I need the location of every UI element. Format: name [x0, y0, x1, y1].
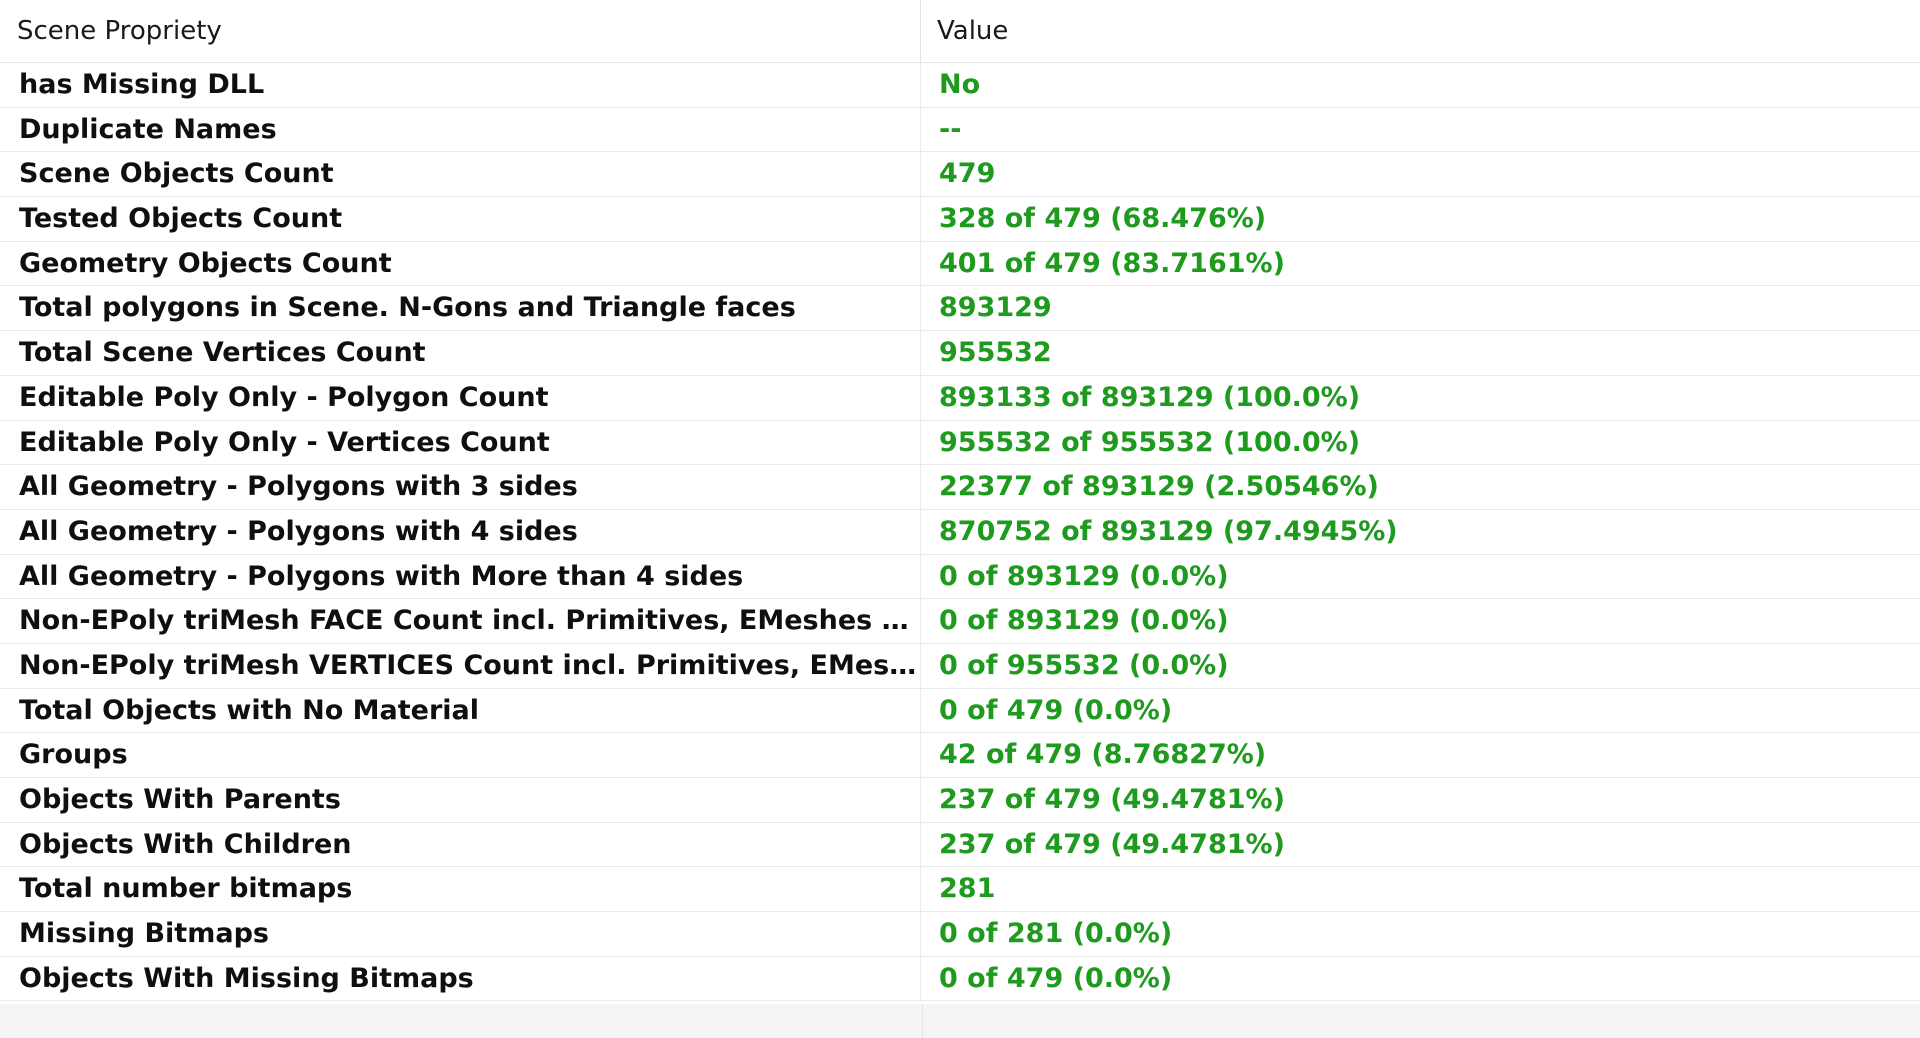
property-value-cell: 955532 of 955532 (100.0%)	[939, 426, 1361, 458]
table-row[interactable]: Geometry Objects Count 401 of 479 (83.716…	[0, 241, 1920, 287]
list-header: Scene Propriety Value	[0, 0, 1920, 63]
property-name-cell: Total Objects with No Material	[0, 688, 921, 733]
table-row[interactable]: Objects With Children 237 of 479 (49.4781…	[0, 822, 1920, 868]
property-value-cell: 955532	[939, 337, 1052, 369]
property-value-cell: 0 of 281 (0.0%)	[939, 918, 1173, 950]
property-value-cell: 479	[939, 158, 996, 190]
property-value-cell: 893133 of 893129 (100.0%)	[939, 381, 1361, 413]
property-name-cell: Groups	[0, 733, 921, 777]
property-name-cell: Total number bitmaps	[0, 867, 921, 912]
property-value-cell: 22377 of 893129 (2.50546%)	[939, 471, 1379, 503]
property-name-cell: Total polygons in Scene. N-Gons and Tria…	[0, 286, 921, 331]
property-name-cell: Editable Poly Only - Vertices Count	[0, 420, 921, 465]
table-row[interactable]: Objects With Parents 237 of 479 (49.4781%…	[0, 778, 1920, 823]
table-row[interactable]: Objects With Missing Bitmaps 0 of 479 (0.…	[0, 956, 1920, 1002]
property-value-cell: 237 of 479 (49.4781%)	[939, 784, 1285, 815]
property-value-cell: 0 of 893129 (0.0%)	[939, 560, 1229, 592]
table-row[interactable]: Scene Objects Count 479	[0, 152, 1920, 198]
property-value-cell: 0 of 955532 (0.0%)	[939, 649, 1229, 681]
scene-properties-list: Scene Propriety Value has Missing DLL No D…	[0, 0, 1920, 1038]
table-row[interactable]: Editable Poly Only - Vertices Count 95553…	[0, 420, 1920, 466]
table-row[interactable]: Total number bitmaps 281	[0, 867, 1920, 913]
property-value-cell: 0 of 479 (0.0%)	[939, 962, 1173, 994]
table-row[interactable]: All Geometry - Polygons with 4 sides 8707…	[0, 509, 1920, 555]
table-row[interactable]: has Missing DLL No	[0, 63, 1920, 108]
table-row[interactable]: Total Scene Vertices Count 955532	[0, 331, 1920, 376]
table-row[interactable]: Tested Objects Count 328 of 479 (68.476%)	[0, 197, 1920, 242]
table-row[interactable]: Non-EPoly triMesh VERTICES Count incl. P…	[0, 643, 1920, 689]
property-name-cell: Scene Objects Count	[0, 152, 921, 197]
property-name-cell: Geometry Objects Count	[0, 241, 921, 286]
table-row[interactable]: Duplicate Names --	[0, 107, 1920, 153]
property-name-cell: Missing Bitmaps	[0, 912, 921, 956]
property-value-cell: 0 of 893129 (0.0%)	[939, 605, 1229, 637]
property-name-cell: Tested Objects Count	[0, 197, 921, 241]
property-name-cell: Total Scene Vertices Count	[0, 331, 921, 375]
property-name-cell: Non-EPoly triMesh VERTICES Count incl. P…	[0, 643, 921, 688]
property-value-cell: 281	[939, 873, 996, 905]
table-row[interactable]: Editable Poly Only - Polygon Count 893133…	[0, 375, 1920, 421]
table-row[interactable]: Groups 42 of 479 (8.76827%)	[0, 733, 1920, 778]
property-name-cell: Editable Poly Only - Polygon Count	[0, 375, 921, 420]
property-value-cell: 237 of 479 (49.4781%)	[939, 828, 1285, 860]
column-header-value[interactable]: Value	[922, 0, 1920, 62]
list-rows: has Missing DLL No Duplicate Names -- Scene …	[0, 63, 1920, 1002]
column-divider	[922, 1004, 923, 1038]
table-row[interactable]: Total Objects with No Material 0 of 479 (…	[0, 688, 1920, 734]
property-name-cell: Non-EPoly triMesh FACE Count incl. Primi…	[0, 599, 921, 643]
property-name-cell: Objects With Children	[0, 822, 921, 867]
property-value-cell: 870752 of 893129 (97.4945%)	[939, 515, 1398, 547]
table-row[interactable]: Non-EPoly triMesh FACE Count incl. Primi…	[0, 599, 1920, 644]
table-row[interactable]: Total polygons in Scene. N-Gons and Tria…	[0, 286, 1920, 332]
property-value-cell: 0 of 479 (0.0%)	[939, 694, 1173, 726]
property-value-cell: 42 of 479 (8.76827%)	[939, 739, 1267, 771]
property-name-cell: Duplicate Names	[0, 107, 921, 152]
column-header-property[interactable]: Scene Propriety	[0, 0, 921, 62]
property-name-cell: Objects With Missing Bitmaps	[0, 956, 921, 1001]
property-value-cell: No	[939, 69, 981, 100]
table-row[interactable]: All Geometry - Polygons with More than 4…	[0, 554, 1920, 600]
property-name-cell: All Geometry - Polygons with 3 sides	[0, 465, 921, 509]
table-row[interactable]: All Geometry - Polygons with 3 sides 2237…	[0, 465, 1920, 510]
table-row[interactable]: Missing Bitmaps 0 of 281 (0.0%)	[0, 912, 1920, 957]
empty-list-area	[0, 1004, 1920, 1038]
property-value-cell: 328 of 479 (68.476%)	[939, 203, 1267, 235]
property-value-cell: 401 of 479 (83.7161%)	[939, 247, 1285, 279]
property-name-cell: has Missing DLL	[0, 63, 921, 107]
property-value-cell: --	[939, 113, 962, 145]
property-name-cell: Objects With Parents	[0, 778, 921, 822]
property-value-cell: 893129	[939, 292, 1052, 324]
property-name-cell: All Geometry - Polygons with More than 4…	[0, 554, 921, 599]
property-name-cell: All Geometry - Polygons with 4 sides	[0, 509, 921, 554]
